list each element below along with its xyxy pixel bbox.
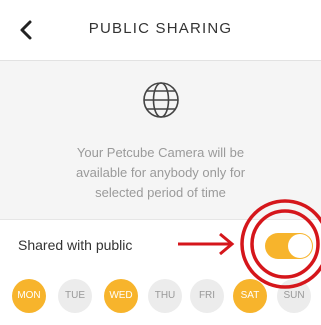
public-sharing-toggle[interactable] [265, 233, 313, 259]
globe-icon [143, 82, 179, 118]
toggle-knob [288, 234, 312, 258]
weekday-selector: MON TUE WED THU FRI SAT SUN [0, 269, 321, 325]
day-thu[interactable]: THU [148, 279, 182, 313]
sharing-description: Your Petcube Camera will be available fo… [75, 145, 246, 200]
top-bar: PUBLIC SHARING [0, 0, 321, 61]
day-mon[interactable]: MON [12, 279, 46, 313]
day-sun[interactable]: SUN [277, 279, 311, 313]
day-wed[interactable]: WED [104, 279, 138, 313]
day-fri[interactable]: FRI [190, 279, 224, 313]
day-sat[interactable]: SAT [233, 279, 267, 313]
day-tue[interactable]: TUE [58, 279, 92, 313]
shared-with-public-row: Shared with public [0, 219, 321, 271]
shared-with-public-label: Shared with public [18, 237, 133, 253]
page-title: PUBLIC SHARING [88, 20, 233, 37]
